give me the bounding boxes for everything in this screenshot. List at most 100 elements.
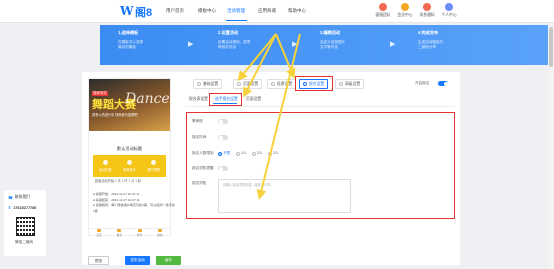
step-arrow-icon: ▶ — [292, 41, 298, 48]
bar-item-home[interactable]: 首页 — [97, 229, 102, 237]
step-desc: 二维码分享 — [418, 45, 436, 49]
bar-label: 搜索 — [157, 234, 163, 237]
step-desc: 等相关内容 — [218, 45, 236, 49]
member-center-label: 会员中心 — [397, 13, 413, 17]
save-button[interactable]: 保存 — [156, 256, 181, 265]
tab-radio-icon — [237, 82, 241, 86]
nav-item-home[interactable]: 用户首页 — [166, 8, 184, 14]
activity-title: 默认活动标题 — [116, 146, 143, 151]
tab-radio-icon — [339, 82, 343, 86]
member-center-button[interactable]: 会员中心 — [395, 3, 415, 18]
nav-active-underline — [226, 20, 247, 21]
headset-icon — [379, 3, 387, 11]
highlight-box-form — [186, 112, 455, 219]
highlight-box-subtab — [209, 93, 242, 106]
stat-label: 活动天数 — [98, 168, 112, 172]
top-nav: W 阁8 用户首页 模板中心 活动管理 应用商城 帮助中心 客服团队 会员中心 … — [0, 0, 554, 23]
step-desc: 文字等内容 — [320, 45, 338, 49]
bell-icon — [423, 3, 431, 11]
info-line: ● 投票规则：每个微信用户每天可投3票，可以给同一选手投 — [93, 203, 175, 207]
notifications-button[interactable]: 消息通知 — [417, 3, 437, 18]
subtab-form-settings[interactable]: 报名表设置 — [189, 97, 208, 102]
profile-label: 个人中心 — [441, 13, 457, 17]
countdown-tip: 距离活动开始 1 天 1 时 1 分 1 秒 — [95, 179, 142, 183]
stat-label: 累计票数 — [147, 168, 161, 172]
step-3: 3.编辑活动 自定义页面图片 文字等内容 — [320, 30, 345, 50]
logo-text: 阁8 — [135, 6, 153, 19]
service-team-label: 客服团队 — [375, 13, 391, 17]
signup-switch[interactable] — [438, 81, 448, 86]
info-line: 1票 — [93, 208, 98, 213]
stat-players: 参赛选手 — [123, 160, 136, 172]
tab-label: 基础设置 — [203, 81, 219, 86]
step-title: 4.完成发布 — [418, 30, 439, 35]
stat-days: 活动天数 — [99, 160, 112, 172]
bar-label: 排行 — [137, 234, 143, 237]
contact-service-label: 联系我们 — [14, 195, 30, 199]
logo-mark-icon: W — [120, 4, 134, 18]
publish-button[interactable]: 发布活动 — [125, 256, 150, 265]
tab-vote-settings[interactable]: 投票设置 — [267, 79, 297, 89]
steps-banner: 1.选择模板 在模板中心选择 喜欢的模板 ▶ 2.设置活动 设置活动规则、奖项 等相… — [100, 25, 550, 65]
calendar-icon — [102, 160, 108, 165]
step-title: 1.选择模板 — [118, 30, 139, 35]
contact-phone: ✆ 17615277780 — [8, 205, 37, 211]
search-icon — [157, 229, 162, 232]
preview-button[interactable]: 预览 — [88, 256, 109, 265]
subtab-page-settings[interactable]: 页面设置 — [246, 97, 261, 102]
step-title: 3.编辑活动 — [320, 30, 341, 35]
stat-label: 参赛选手 — [123, 168, 136, 172]
tab-radio-icon — [271, 82, 275, 86]
page-scrollbar[interactable] — [548, 23, 554, 269]
step-desc: 喜欢的模板 — [118, 45, 136, 49]
bar-item-search[interactable]: 搜索 — [157, 229, 162, 237]
home-icon — [97, 229, 102, 232]
step-2: 2.设置活动 设置活动规则、奖项 等相关内容 — [218, 30, 250, 50]
poster-subtitle: 赛事火热进行中 快来参与投票吧 — [92, 113, 138, 117]
tab-label: 投票设置 — [277, 81, 293, 86]
highlight-box-signup-tab — [295, 76, 333, 91]
chat-icon: ☎ — [8, 196, 13, 200]
preview-bottom-bar: 首页 报名 排行 搜索 — [89, 228, 170, 237]
user-icon — [445, 3, 453, 11]
step-title: 2.设置活动 — [218, 30, 239, 35]
nav-item-templates[interactable]: 模板中心 — [198, 8, 216, 14]
divider — [185, 106, 455, 107]
service-team-button[interactable]: 客服团队 — [373, 3, 393, 18]
tab-basic-settings[interactable]: 基础设置 — [193, 79, 223, 89]
stats-strip: 活动天数 参赛选手 累计票数 — [93, 155, 166, 177]
mobile-preview: 独家冠名 舞蹈大赛 Dance 赛事火热进行中 快来参与投票吧 默认活动标题 活… — [88, 78, 175, 237]
bar-item-signup[interactable]: 报名 — [117, 229, 122, 237]
person-icon — [126, 160, 132, 165]
rank-icon — [137, 229, 142, 232]
step-arrow-icon: ▶ — [188, 41, 194, 48]
qr-code-image — [16, 217, 35, 236]
contact-phone-number: 17615277780 — [13, 205, 37, 210]
activity-info: ● 投票开始：2024-11-27 10:47:11 ● 投票结束：2024-1… — [93, 192, 175, 214]
signup-icon — [117, 229, 122, 232]
tab-label: 页面设置 — [243, 81, 259, 86]
bar-label: 报名 — [116, 234, 122, 237]
tab-advanced-settings[interactable]: 高级设置 — [335, 79, 365, 89]
logo[interactable]: W 阁8 — [120, 4, 153, 19]
profile-button[interactable]: 个人中心 — [439, 3, 459, 18]
scrollbar-thumb[interactable] — [549, 27, 553, 67]
poster-deco-text: Dance — [125, 91, 170, 107]
tab-page-settings[interactable]: 页面设置 — [233, 79, 263, 89]
poster-image: 独家冠名 舞蹈大赛 Dance 赛事火热进行中 快来参与投票吧 — [89, 79, 170, 131]
nav-item-store[interactable]: 应用商城 — [258, 8, 276, 14]
tab-label: 高级设置 — [345, 81, 361, 86]
step-1: 1.选择模板 在模板中心选择 喜欢的模板 — [118, 30, 143, 50]
crown-icon — [401, 3, 409, 11]
notifications-label: 消息通知 — [419, 13, 435, 17]
bar-item-rank[interactable]: 排行 — [137, 229, 142, 237]
nav-item-activities[interactable]: 活动管理 — [227, 8, 245, 14]
tab-radio-icon — [197, 82, 201, 86]
phone-icon: ✆ — [8, 206, 12, 210]
nav-item-help[interactable]: 帮助中心 — [288, 8, 306, 14]
stat-votes: 累计票数 — [147, 160, 160, 172]
step-4: 4.完成发布 生成活动链接与 二维码分享 — [418, 30, 443, 50]
signup-switch-label: 开启报名 — [415, 81, 430, 85]
contact-service[interactable]: ☎ 联系我们 — [8, 195, 30, 200]
step-arrow-icon: ▶ — [390, 41, 396, 48]
